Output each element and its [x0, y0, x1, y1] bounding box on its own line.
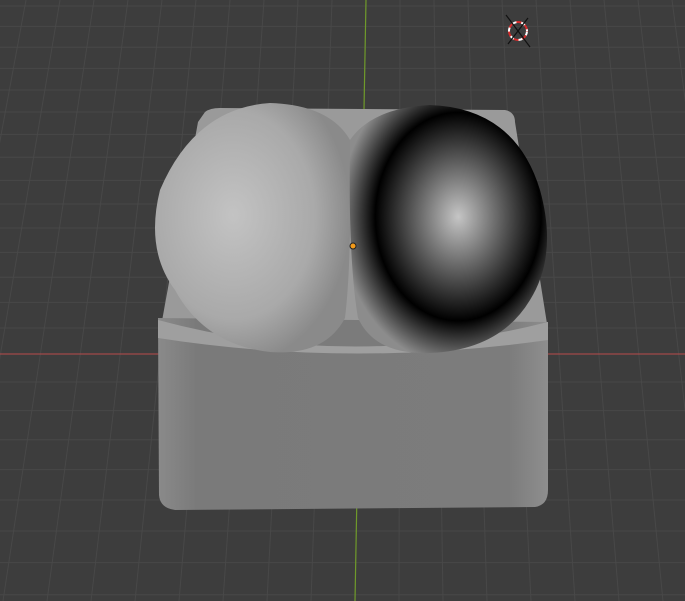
object-origin-icon	[349, 242, 357, 250]
3d-viewport[interactable]	[0, 0, 685, 601]
3d-cursor-icon[interactable]	[505, 14, 531, 48]
mesh-object[interactable]	[155, 103, 548, 510]
